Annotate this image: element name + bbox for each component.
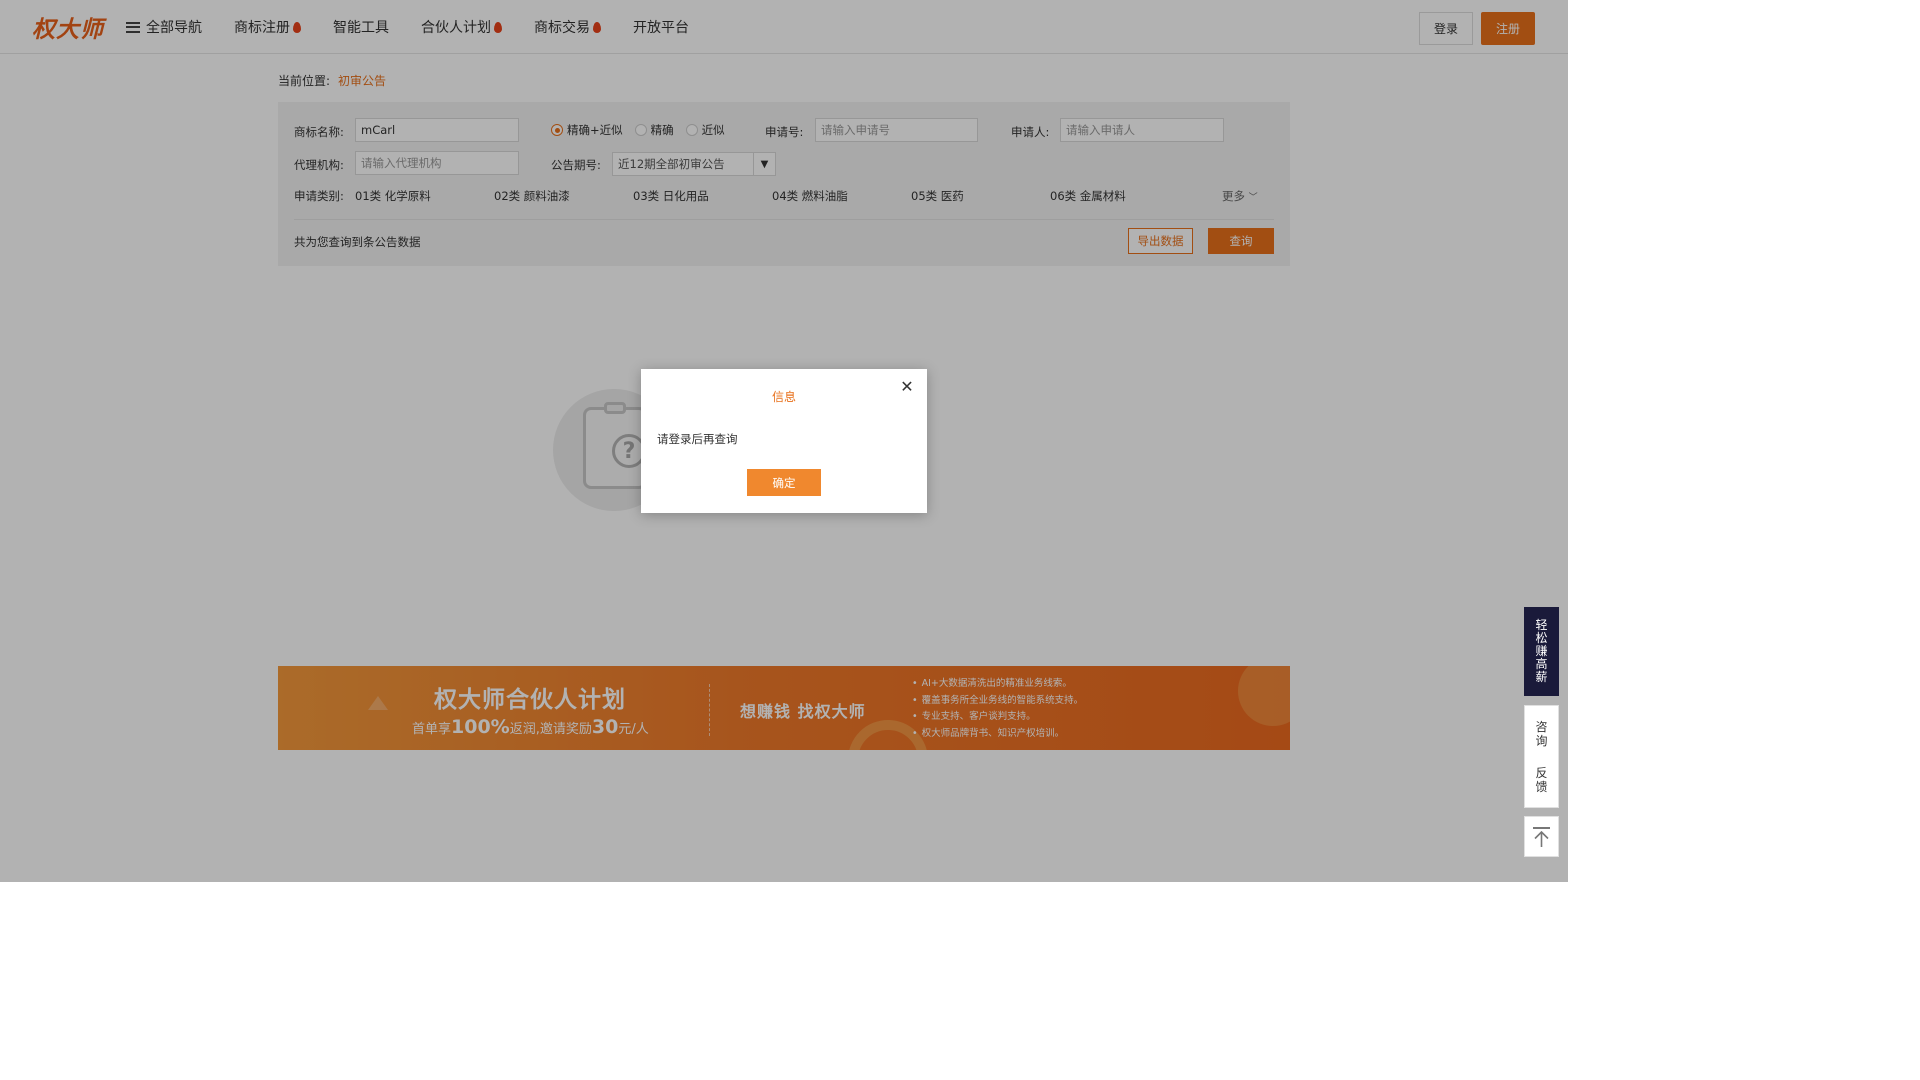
back-to-top-bar [1533, 827, 1550, 829]
feedback-char[interactable]: 反 [1535, 766, 1547, 780]
feedback-char[interactable]: 馈 [1535, 780, 1547, 794]
consult-feedback-widget: 咨 询 反 馈 [1524, 705, 1559, 808]
page: 权大师 全部导航 商标注册 智能工具 合伙人计划 商标交易 开放平台 登录 注册… [0, 0, 1568, 882]
arrow-up-icon [1534, 831, 1549, 847]
confirm-button[interactable]: 确定 [747, 469, 821, 496]
consult-char[interactable]: 询 [1535, 734, 1547, 748]
consult-char[interactable]: 咨 [1535, 720, 1547, 734]
dialog-title: 信息 [771, 390, 796, 404]
side-char: 薪 [1535, 670, 1548, 684]
earn-high-salary-widget[interactable]: 轻 松 赚 高 薪 [1524, 607, 1559, 696]
dialog-message: 请登录后再查询 [657, 432, 738, 446]
back-to-top-button[interactable] [1524, 816, 1559, 857]
close-icon[interactable]: ✕ [899, 379, 915, 395]
login-required-dialog: 信息 ✕ 请登录后再查询 确定 [641, 369, 927, 513]
